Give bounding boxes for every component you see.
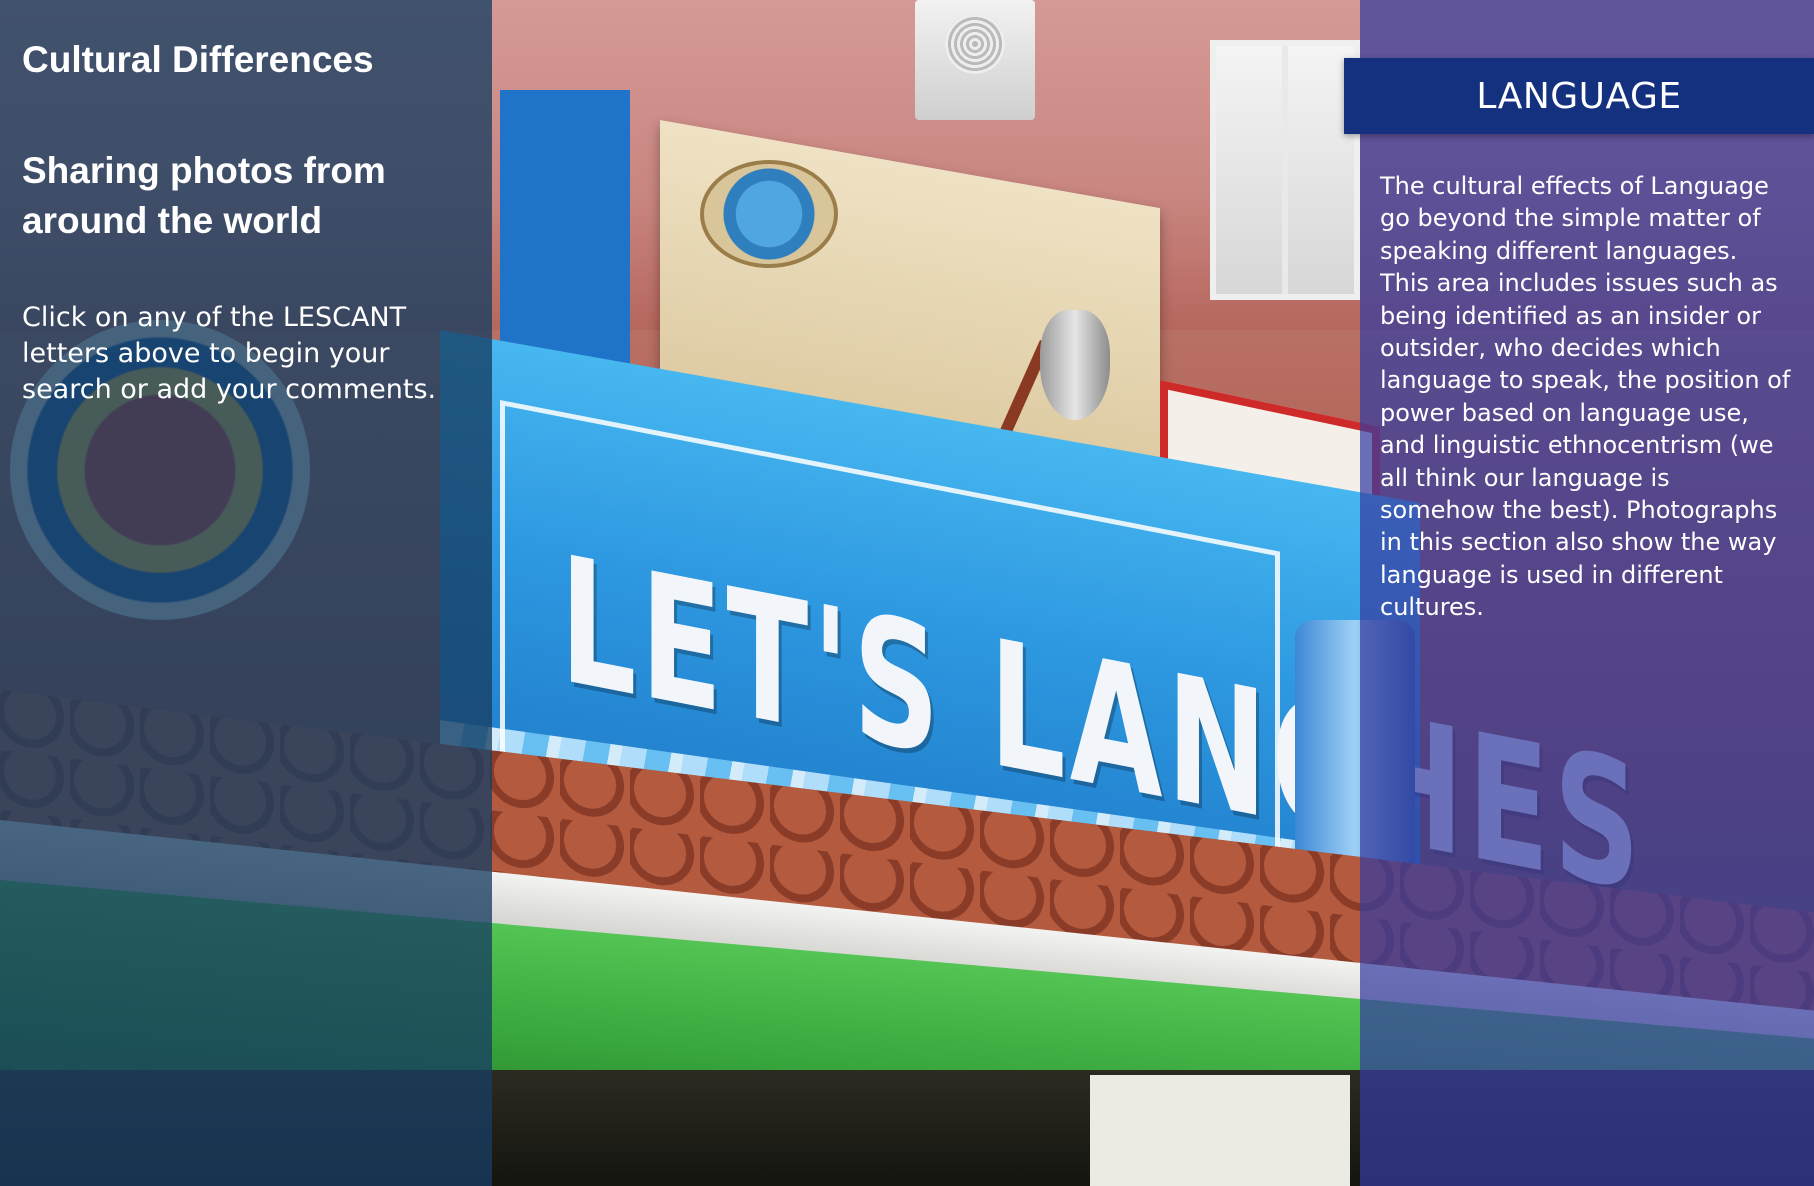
left-info-panel: Cultural Differences Sharing photos from… <box>0 0 492 1186</box>
section-description: The cultural effects of Language go beyo… <box>1380 172 1791 622</box>
school-logo-icon <box>700 160 838 268</box>
section-header: LANGUAGE <box>1344 58 1814 134</box>
building-window <box>1210 40 1360 300</box>
page-title: Cultural Differences <box>22 39 374 80</box>
page-subtitle: Sharing photos from around the world <box>22 150 386 241</box>
instructions-text: Click on any of the LESCANT letters abov… <box>22 302 437 405</box>
blue-store-sign <box>500 90 630 370</box>
street-lamp-icon <box>1040 310 1110 420</box>
center-sign <box>1090 1075 1350 1186</box>
section-header-label: LANGUAGE <box>1476 75 1682 117</box>
air-conditioner-unit <box>915 0 1035 120</box>
